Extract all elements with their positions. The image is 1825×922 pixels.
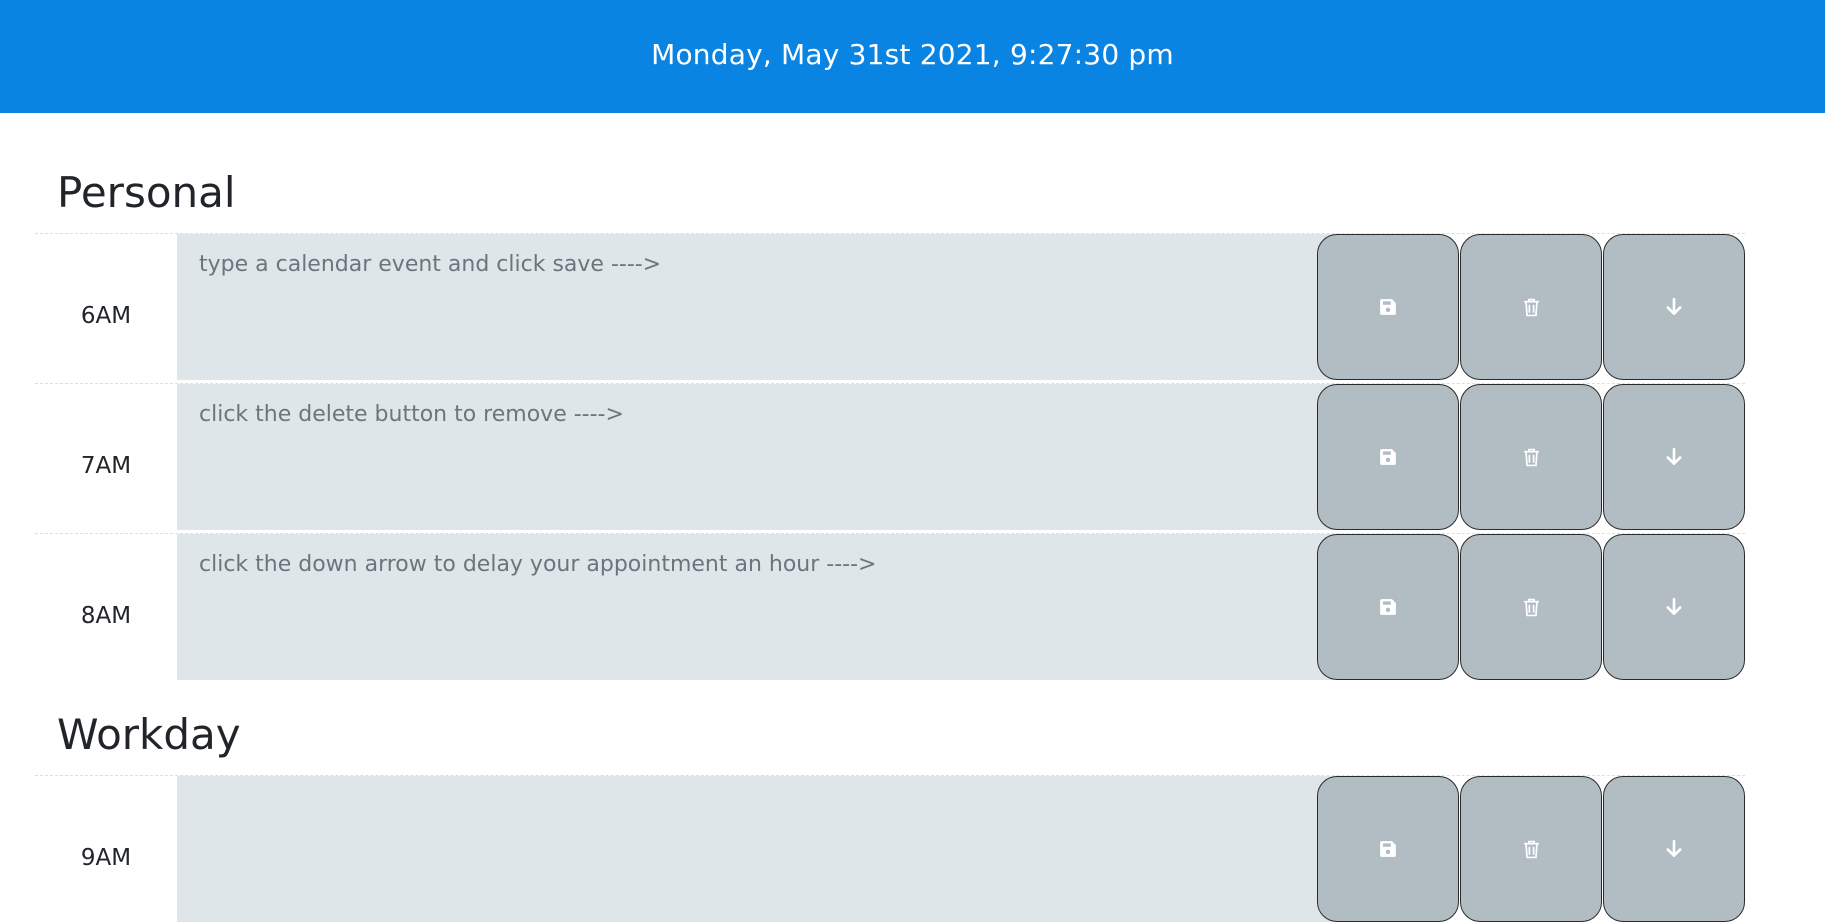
header: Monday, May 31st 2021, 9:27:30 pm	[0, 0, 1825, 113]
save-button[interactable]	[1317, 384, 1459, 530]
delay-button[interactable]	[1603, 384, 1745, 530]
hour-label: 8AM	[80, 603, 132, 629]
arrow-down-icon	[1666, 597, 1682, 615]
delay-button[interactable]	[1603, 534, 1745, 680]
section-title-personal: Personal	[57, 168, 236, 217]
trash-icon	[1523, 448, 1539, 466]
delete-button[interactable]	[1460, 234, 1602, 380]
hour-label: 7AM	[80, 453, 132, 479]
hour-label: 9AM	[80, 845, 132, 871]
save-button[interactable]	[1317, 776, 1459, 922]
time-block-row: 9AM	[35, 775, 1745, 922]
floppy-disk-icon	[1380, 299, 1396, 315]
floppy-disk-icon	[1380, 599, 1396, 615]
trash-icon	[1523, 298, 1539, 316]
delete-button[interactable]	[1460, 776, 1602, 922]
trash-icon	[1523, 840, 1539, 858]
event-input[interactable]	[177, 534, 1354, 680]
section-title-workday: Workday	[57, 710, 241, 759]
trash-icon	[1523, 598, 1539, 616]
delay-button[interactable]	[1603, 234, 1745, 380]
arrow-down-icon	[1666, 447, 1682, 465]
time-block-row: 6AM	[35, 233, 1745, 380]
arrow-down-icon	[1666, 297, 1682, 315]
time-block-row: 8AM	[35, 533, 1745, 680]
save-button[interactable]	[1317, 234, 1459, 380]
event-input[interactable]	[177, 234, 1354, 380]
floppy-disk-icon	[1380, 841, 1396, 857]
delete-button[interactable]	[1460, 384, 1602, 530]
arrow-down-icon	[1666, 839, 1682, 857]
save-button[interactable]	[1317, 534, 1459, 680]
delay-button[interactable]	[1603, 776, 1745, 922]
hour-label: 6AM	[80, 303, 132, 329]
event-input[interactable]	[177, 776, 1354, 922]
current-datetime: Monday, May 31st 2021, 9:27:30 pm	[651, 38, 1174, 71]
delete-button[interactable]	[1460, 534, 1602, 680]
time-block-row: 7AM	[35, 383, 1745, 530]
event-input[interactable]	[177, 384, 1354, 530]
floppy-disk-icon	[1380, 449, 1396, 465]
